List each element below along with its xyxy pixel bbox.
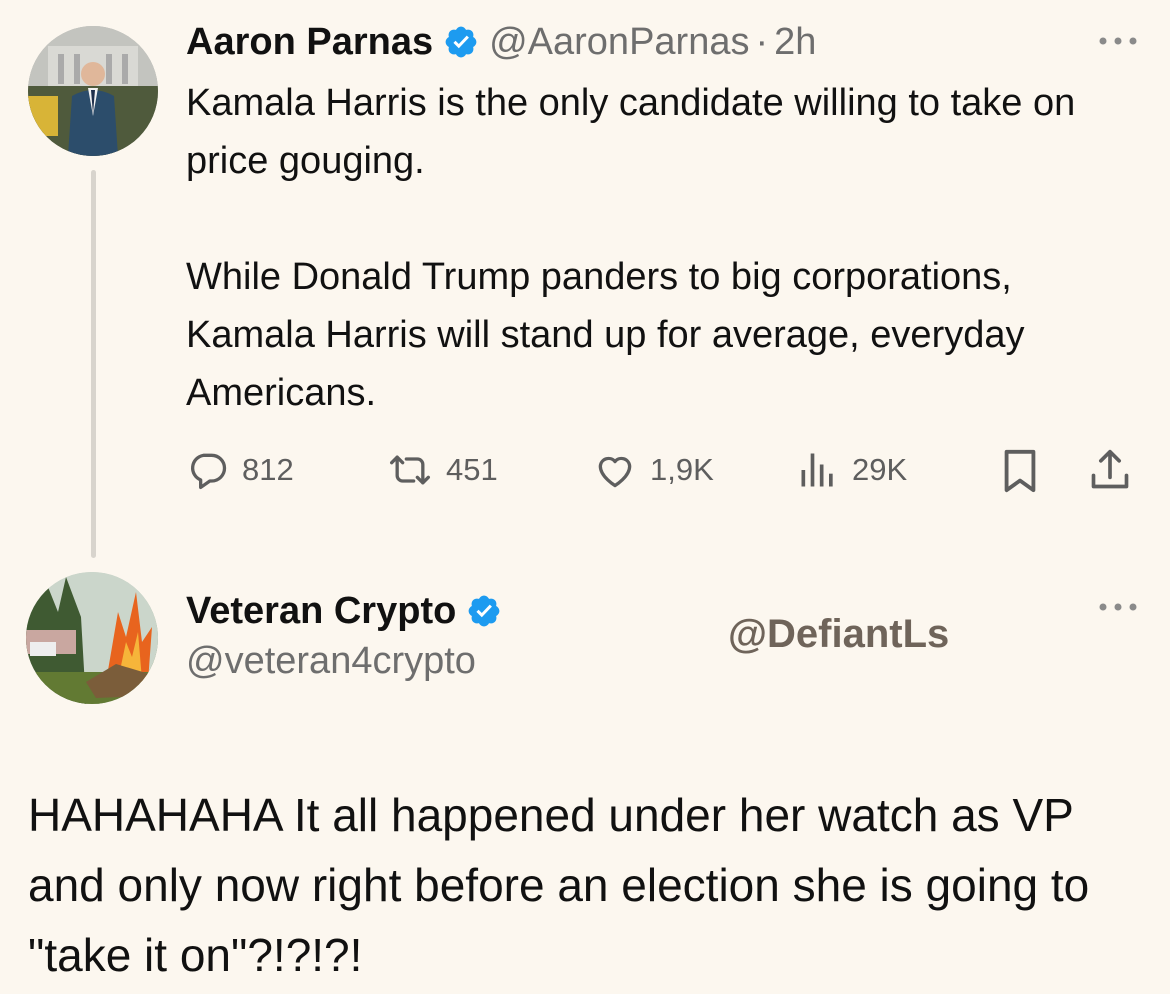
repost-button[interactable]: 451 bbox=[386, 448, 498, 492]
view-count: 29K bbox=[852, 452, 908, 487]
reply-author-handle[interactable]: @veteran4crypto bbox=[186, 640, 476, 683]
reply-count: 812 bbox=[242, 452, 294, 487]
repost-count: 451 bbox=[446, 452, 498, 487]
heart-icon bbox=[598, 456, 632, 488]
thread-connector-line bbox=[91, 170, 96, 558]
reply-icon bbox=[191, 453, 227, 490]
share-button[interactable] bbox=[1088, 446, 1144, 494]
views-button[interactable]: 29K bbox=[796, 448, 907, 492]
more-options-icon[interactable] bbox=[1096, 600, 1140, 614]
bookmark-icon bbox=[1004, 449, 1036, 493]
tweet1-header: Aaron Parnas @AaronParnas · 2h bbox=[186, 14, 816, 70]
timestamp[interactable]: 2h bbox=[774, 21, 816, 64]
avatar-veteran-crypto[interactable] bbox=[26, 572, 158, 704]
repost-icon bbox=[390, 455, 430, 485]
author-handle[interactable]: @AaronParnas bbox=[489, 21, 749, 64]
tweet2-header: Veteran Crypto bbox=[186, 586, 512, 636]
author-name[interactable]: Aaron Parnas bbox=[186, 21, 433, 64]
watermark: @DefiantLs bbox=[728, 612, 950, 656]
tweet1-paragraph-1: Kamala Harris is the only candidate will… bbox=[186, 82, 1076, 182]
like-button[interactable]: 1,9K bbox=[592, 448, 714, 492]
reply-button[interactable]: 812 bbox=[186, 448, 294, 492]
bookmark-button[interactable] bbox=[1000, 448, 1052, 494]
verified-badge-icon bbox=[445, 26, 477, 58]
views-chart-icon bbox=[801, 453, 833, 487]
tweet1-text: Kamala Harris is the only candidate will… bbox=[186, 74, 1146, 422]
share-icon bbox=[1091, 449, 1129, 489]
more-options-icon[interactable] bbox=[1096, 34, 1140, 48]
verified-badge-icon bbox=[468, 595, 500, 627]
like-count: 1,9K bbox=[650, 452, 714, 487]
reply-text: HAHAHAHA It all happened under her watch… bbox=[28, 789, 1090, 981]
avatar-aaron-parnas[interactable] bbox=[28, 26, 158, 156]
separator-dot: · bbox=[755, 20, 769, 63]
reply-author-name[interactable]: Veteran Crypto bbox=[186, 590, 456, 633]
tweet1-paragraph-2: While Donald Trump panders to big corpor… bbox=[186, 256, 1025, 414]
